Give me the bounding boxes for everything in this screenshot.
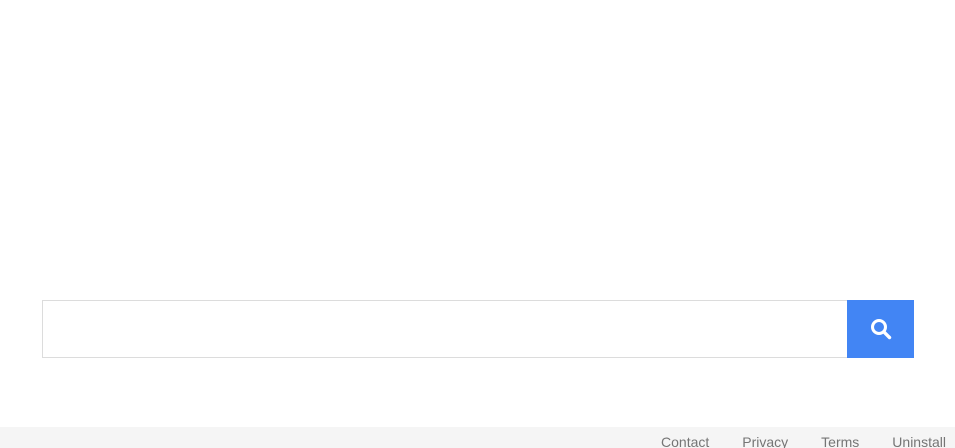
footer-links: Contact Privacy Terms Uninstall (628, 434, 946, 448)
page: Contact Privacy Terms Uninstall (0, 0, 955, 448)
search-icon (870, 318, 892, 340)
search-bar (42, 300, 914, 358)
search-input[interactable] (42, 300, 847, 358)
footer: Contact Privacy Terms Uninstall (0, 427, 955, 448)
search-button[interactable] (847, 300, 914, 358)
footer-link-terms[interactable]: Terms (821, 434, 859, 448)
footer-link-privacy[interactable]: Privacy (742, 434, 788, 448)
footer-link-uninstall[interactable]: Uninstall (892, 434, 946, 448)
footer-link-contact[interactable]: Contact (661, 434, 709, 448)
